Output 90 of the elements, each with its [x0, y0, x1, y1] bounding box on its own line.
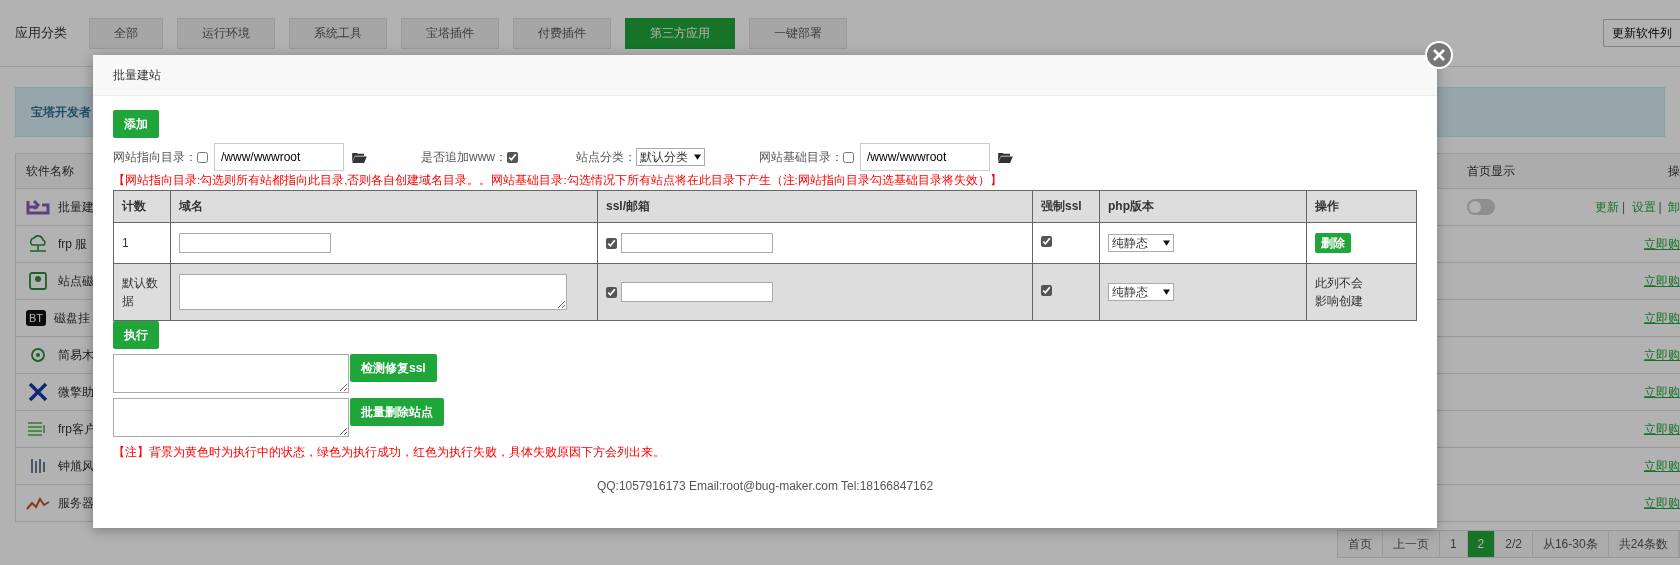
column-header: ssl/邮箱: [597, 190, 1033, 223]
column-header: 首页显示: [1467, 163, 1515, 178]
close-button[interactable]: [1425, 41, 1453, 69]
software-name: frp 服: [58, 235, 88, 253]
domain-list-textarea[interactable]: [113, 354, 349, 393]
page-link[interactable]: 共24条数: [1608, 531, 1679, 557]
category-tab[interactable]: 系统工具: [289, 17, 387, 49]
folder-icon[interactable]: [352, 151, 367, 163]
site-dir-checkbox[interactable]: [197, 151, 208, 163]
software-name: 微擎助: [58, 383, 94, 401]
app-logo: BT: [26, 310, 47, 326]
buy-link[interactable]: 立即购: [1644, 236, 1680, 251]
column-header: 强制ssl: [1032, 190, 1100, 223]
notice-text: 宝塔开发者: [31, 103, 91, 121]
category-label: 应用分类: [15, 24, 67, 42]
www-checkbox[interactable]: [507, 151, 518, 163]
email-field[interactable]: [621, 233, 773, 253]
contact-info: QQ:1057916173 Email:root@bug-maker.com Tel:18166847162: [595, 479, 935, 493]
page-link[interactable]: 上一页: [1382, 531, 1440, 557]
column-header: 域名: [170, 190, 598, 223]
force-ssl-checkbox[interactable]: [1041, 236, 1052, 247]
software-name: 服务器: [58, 494, 94, 512]
tray-icon: [26, 197, 50, 217]
caret-icon: [1163, 240, 1170, 246]
caret-icon: [1163, 289, 1170, 295]
column-header: 计数: [113, 190, 171, 223]
page-link[interactable]: 2/2: [1495, 531, 1533, 557]
category-tab[interactable]: 宝塔插件: [401, 17, 499, 49]
refresh-software-list-button[interactable]: 更新软件列: [1603, 19, 1680, 47]
execute-button[interactable]: 执行: [113, 321, 159, 349]
software-name: 钟馗风: [58, 457, 94, 475]
page-link[interactable]: 首页: [1337, 531, 1383, 557]
page-link[interactable]: 2: [1467, 531, 1496, 557]
software-name: 批量建: [58, 198, 94, 216]
domain-field[interactable]: [179, 233, 331, 253]
force-ssl-checkbox[interactable]: [1041, 285, 1052, 296]
software-name: 磁盘挂: [54, 309, 91, 327]
category-tab[interactable]: 全部: [89, 17, 163, 49]
buy-link[interactable]: 立即购: [1644, 347, 1680, 362]
category-tab[interactable]: 第三方应用: [625, 17, 735, 49]
category-tab[interactable]: 运行环境: [177, 17, 275, 49]
delete-button[interactable]: 删除: [1315, 233, 1351, 253]
option-label: 网站基础目录：: [759, 148, 843, 166]
folder-icon[interactable]: [998, 151, 1013, 163]
category-select[interactable]: 默认分类: [636, 148, 705, 166]
action-link[interactable]: 更新: [1595, 199, 1620, 214]
domain-list-textarea[interactable]: [113, 398, 349, 437]
column-header: 操: [1668, 163, 1680, 178]
base-dir-field[interactable]: /www/wwwroot: [860, 143, 990, 171]
category-tab[interactable]: 付费插件: [513, 17, 611, 49]
php-version-select[interactable]: 纯静态: [1108, 283, 1174, 301]
buy-link[interactable]: 立即购: [1644, 310, 1680, 325]
column-header: php版本: [1099, 190, 1307, 223]
email-field[interactable]: [621, 282, 773, 302]
add-button[interactable]: 添加: [113, 110, 159, 138]
column-header: 软件名称: [26, 163, 74, 178]
tool-button[interactable]: 批量删除站点: [350, 398, 444, 426]
category-tab[interactable]: 一键部署: [749, 17, 847, 49]
php-version-select[interactable]: 纯静态: [1108, 234, 1174, 252]
buy-link[interactable]: 立即购: [1644, 495, 1680, 510]
column-header: 操作: [1306, 190, 1417, 223]
page-link[interactable]: 从16-30条: [1532, 531, 1609, 557]
option-label: 是否追加www：: [421, 148, 507, 166]
software-name: 简易木: [58, 346, 94, 364]
hint-text: 【网站指向目录:勾选则所有站都指向此目录,否则各自创建域名目录。。网站基础目录:勾选情况下所有站点将在此目录下产生（注:网站指向目录勾选基础目录将失效）】: [113, 173, 1003, 188]
base-dir-checkbox[interactable]: [843, 151, 854, 163]
column-note: 此列不会影响创建: [1315, 275, 1364, 310]
software-name: 站点磁: [58, 272, 94, 290]
count-cell: 默认数据: [113, 263, 171, 321]
buy-link[interactable]: 立即购: [1644, 458, 1680, 473]
tool-button[interactable]: 检测修复ssl: [350, 354, 437, 382]
ssl-checkbox[interactable]: [606, 237, 617, 249]
option-label: 站点分类：: [576, 148, 636, 166]
site-dir-field[interactable]: /www/wwwroot: [214, 143, 344, 171]
buy-link[interactable]: 立即购: [1644, 273, 1680, 288]
action-link[interactable]: 卸: [1668, 199, 1680, 214]
count-cell: 1: [113, 222, 171, 264]
buy-link[interactable]: 立即购: [1644, 384, 1680, 399]
page-link[interactable]: 1: [1439, 531, 1468, 557]
action-link[interactable]: 设置: [1631, 199, 1656, 214]
domain-textarea[interactable]: [179, 274, 567, 310]
separator-text: |: [1658, 199, 1662, 214]
separator-text: |: [1622, 199, 1626, 214]
ssl-checkbox[interactable]: [606, 286, 617, 298]
status-note: 【注】背景为黄色时为执行中的状态，绿色为执行成功，红色为执行失败，具体失败原因下方会列出来。: [113, 444, 666, 461]
option-label: 网站指向目录：: [113, 148, 197, 166]
homepage-toggle[interactable]: [1467, 199, 1495, 215]
caret-icon: [694, 154, 701, 160]
modal-title: 批量建站: [113, 68, 161, 82]
buy-link[interactable]: 立即购: [1644, 421, 1680, 436]
